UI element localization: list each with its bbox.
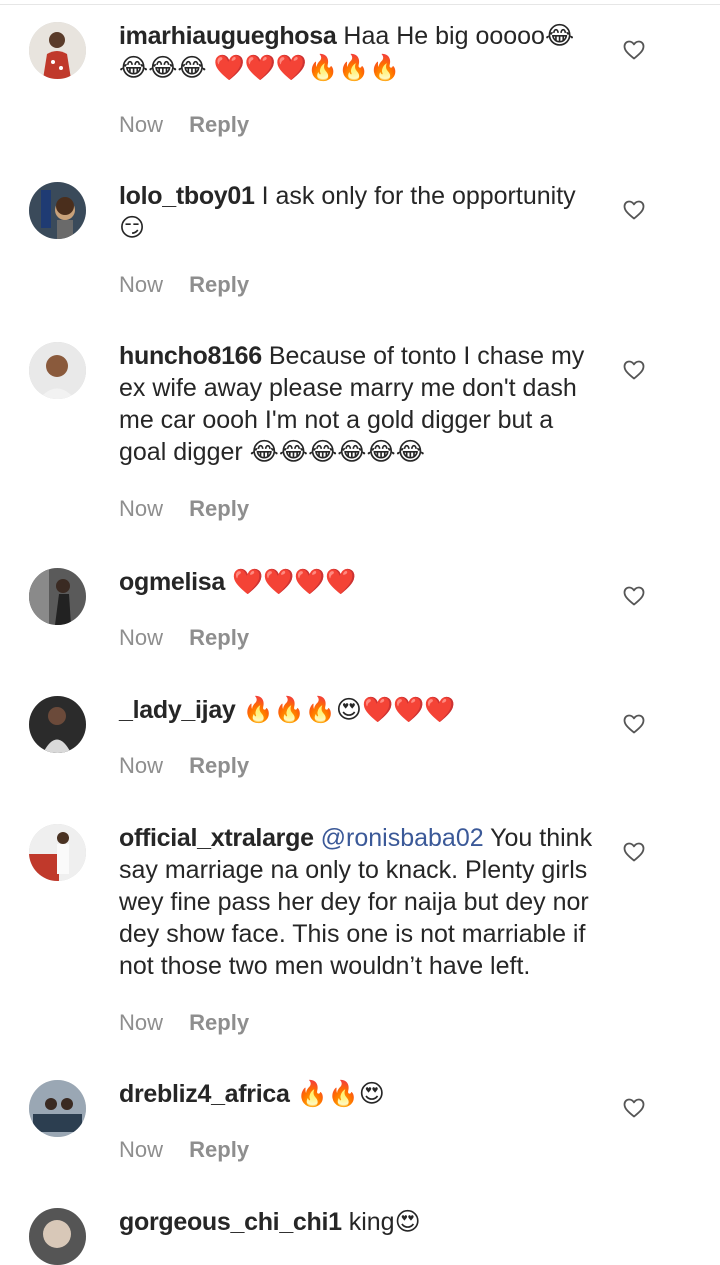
comment-meta: Now Reply [119, 1008, 249, 1038]
top-divider [0, 0, 720, 5]
comment-time: Now [119, 496, 164, 521]
avatar[interactable] [29, 1208, 86, 1265]
comment-username[interactable]: lolo_tboy01 [119, 182, 255, 210]
comment-username[interactable]: official_xtralarge [119, 824, 314, 852]
comment-username[interactable]: drebliz4_africa [119, 1080, 290, 1108]
avatar[interactable] [29, 696, 86, 753]
comment-body: gorgeous_chi_chi1 king😍 [119, 1206, 597, 1238]
comment-meta: Now Reply [119, 110, 249, 140]
reply-button[interactable]: Reply [189, 112, 249, 137]
reply-button[interactable]: Reply [189, 496, 249, 521]
comment-body: lolo_tboy01 I ask only for the opportuni… [119, 180, 597, 244]
comment-body: official_xtralarge @ronisbaba02 You thin… [119, 822, 597, 982]
reply-button[interactable]: Reply [189, 625, 249, 650]
comment-body: imarhiaugueghosa Haa He big ooooo😂😂😂😂 ❤️… [119, 20, 597, 84]
comment-text: 🔥🔥🔥😍❤️❤️❤️ [242, 696, 456, 724]
comment-mention-link[interactable]: @ronisbaba02 [321, 824, 484, 852]
comment-time: Now [119, 112, 164, 137]
like-heart-icon[interactable] [622, 840, 646, 864]
like-heart-icon[interactable] [622, 712, 646, 736]
like-heart-icon[interactable] [622, 358, 646, 382]
like-heart-icon[interactable] [622, 38, 646, 62]
comment-text: ❤️❤️❤️❤️ [231, 568, 357, 596]
reply-button[interactable]: Reply [189, 1137, 249, 1162]
comment-meta: Now Reply [119, 1135, 249, 1165]
comment-time: Now [119, 272, 164, 297]
reply-button[interactable]: Reply [189, 272, 249, 297]
avatar[interactable] [29, 182, 86, 239]
reply-button[interactable]: Reply [189, 753, 249, 778]
avatar[interactable] [29, 1080, 86, 1137]
comment-body: _lady_ijay 🔥🔥🔥😍❤️❤️❤️ [119, 694, 597, 726]
comment-username[interactable]: ogmelisa [119, 568, 225, 596]
like-heart-icon[interactable] [622, 198, 646, 222]
comment-meta: Now Reply [119, 623, 249, 653]
comment-body: huncho8166 Because of tonto I chase my e… [119, 340, 597, 468]
comment-meta: Now Reply [119, 494, 249, 524]
comment-username[interactable]: huncho8166 [119, 342, 262, 370]
avatar[interactable] [29, 22, 86, 79]
reply-button[interactable]: Reply [189, 1010, 249, 1035]
avatar[interactable] [29, 824, 86, 881]
comment-username[interactable]: imarhiaugueghosa [119, 22, 337, 50]
comment-meta: Now Reply [119, 270, 249, 300]
comment-username[interactable]: gorgeous_chi_chi1 [119, 1208, 342, 1236]
avatar[interactable] [29, 342, 86, 399]
comment-username[interactable]: _lady_ijay [119, 696, 236, 724]
like-heart-icon[interactable] [622, 584, 646, 608]
comment-text: king😍 [348, 1208, 421, 1236]
avatar[interactable] [29, 568, 86, 625]
comment-time: Now [119, 625, 164, 650]
comment-text: 🔥🔥😍 [296, 1080, 385, 1108]
comment-body: ogmelisa ❤️❤️❤️❤️ [119, 566, 597, 598]
comment-time: Now [119, 1137, 164, 1162]
comment-body: drebliz4_africa 🔥🔥😍 [119, 1078, 597, 1110]
like-heart-icon[interactable] [622, 1096, 646, 1120]
comment-time: Now [119, 753, 164, 778]
comment-time: Now [119, 1010, 164, 1035]
comment-meta: Now Reply [119, 751, 249, 781]
